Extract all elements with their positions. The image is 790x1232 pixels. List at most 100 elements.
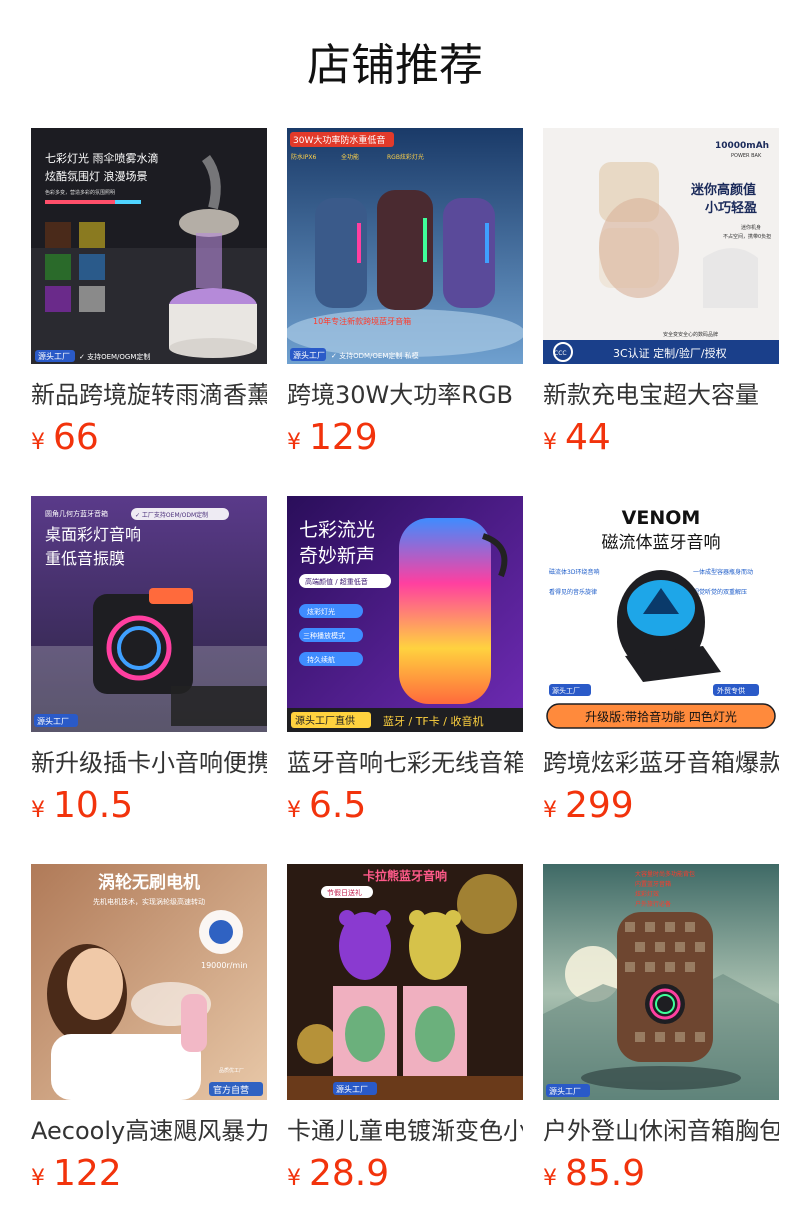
currency-symbol: ¥ xyxy=(287,1166,301,1191)
source-factory-badge: 源头工厂 xyxy=(336,1084,368,1094)
currency-symbol: ¥ xyxy=(31,1166,45,1191)
image-caption: 炫彩灯效 xyxy=(635,890,659,898)
price-value: 6.5 xyxy=(309,785,367,826)
product-image[interactable]: 10000mAh POWER BAK 迷你高颜值 小巧轻盈 迷你机身 不占空间，… xyxy=(543,128,779,364)
official-badge: 官方自营 xyxy=(213,1084,249,1096)
product-price: ¥6.5 xyxy=(287,784,366,828)
product-image[interactable]: 大容量时尚多功能背包 内置蓝牙音箱 炫彩灯效 户外旅行必备 源头工厂 xyxy=(543,864,779,1100)
image-spec: 19000r/min xyxy=(201,961,248,970)
product-name[interactable]: 新款充电宝超大容量 xyxy=(543,378,779,414)
product-name[interactable]: Aecooly高速飓风暴力涡轮 xyxy=(31,1114,267,1150)
upgrade-banner: 升级版:带拾音功能 四色灯光 xyxy=(585,709,737,724)
product-name[interactable]: 新品跨境旋转雨滴香薰 xyxy=(31,378,267,414)
image-feature: 一体成型容器瓶身而动 xyxy=(693,568,753,576)
brand-logo: VENOM xyxy=(622,507,701,529)
price-value: 28.9 xyxy=(309,1153,390,1194)
image-feature: 视觉听觉的双重解压 xyxy=(693,588,747,596)
product-price: ¥299 xyxy=(543,784,634,828)
product-image[interactable]: 七彩灯光 雨伞喷雾水滴 炫酷氛围灯 浪漫场景 色彩多变，营造多彩的氛围照明 源头… xyxy=(31,128,267,364)
image-headline: 30W大功率防水重低音 xyxy=(293,134,385,146)
product-card[interactable]: 涡轮无刷电机 先机电机技术，实现涡轮级高速转动 19000r/min 品质优工厂… xyxy=(31,864,267,1204)
image-caption: 圆角几何方蓝牙音箱 xyxy=(45,509,108,518)
product-card[interactable]: 30W大功率防水重低音 防水IPX6 全功能 RGB炫彩灯光 10年专注新款跨境… xyxy=(287,128,523,468)
gift-tag: 节假日送礼 xyxy=(327,888,362,897)
image-headline: 重低音振膜 xyxy=(45,549,125,568)
price-value: 44 xyxy=(565,417,611,458)
product-card[interactable]: VENOM 磁流体蓝牙音响 磁流体3D环绕音响 一体成型容器瓶身而动 看得见的音… xyxy=(543,496,779,836)
image-feature: 炫彩灯光 xyxy=(307,607,335,616)
product-card[interactable]: 卡拉熊蓝牙音响 节假日送礼 源头工厂 卡通儿童电镀渐变色小熊 ¥28.9 xyxy=(287,864,523,1204)
product-price: ¥10.5 xyxy=(31,784,133,828)
price-value: 85.9 xyxy=(565,1153,646,1194)
price-value: 10.5 xyxy=(53,785,134,826)
image-feature: 全功能 xyxy=(341,153,359,161)
source-factory-badge: 源头工厂 xyxy=(293,350,325,360)
image-spec: POWER BAK xyxy=(731,153,762,159)
image-caption: 色彩多变，营造多彩的氛围照明 xyxy=(45,189,115,196)
currency-symbol: ¥ xyxy=(31,430,45,455)
dryer xyxy=(181,994,207,1052)
product-price: ¥122 xyxy=(31,1152,122,1196)
image-feature: RGB炫彩灯光 xyxy=(387,153,424,161)
image-caption: 先机电机技术，实现涡轮级高速转动 xyxy=(93,897,205,906)
product-card[interactable]: 七彩灯光 雨伞喷雾水滴 炫酷氛围灯 浪漫场景 色彩多变，营造多彩的氛围照明 源头… xyxy=(31,128,267,468)
image-caption: 10年专注新款跨境蓝牙音箱 xyxy=(313,316,411,326)
price-value: 66 xyxy=(53,417,99,458)
product-name[interactable]: 跨境30W大功率RGB xyxy=(287,378,523,414)
price-value: 299 xyxy=(565,785,634,826)
image-feature: 持久续航 xyxy=(307,655,335,664)
feature-tag: 蓝牙 / TF卡 / 收音机 xyxy=(383,714,483,728)
image-headline: 小巧轻盈 xyxy=(705,200,757,216)
export-tag: 外贸专供 xyxy=(717,686,745,695)
image-caption: 内置蓝牙音箱 xyxy=(635,880,671,888)
price-value: 129 xyxy=(309,417,378,458)
currency-symbol: ¥ xyxy=(543,430,557,455)
product-name[interactable]: 跨境炫彩蓝牙音箱爆款 xyxy=(543,746,779,782)
product-price: ¥66 xyxy=(31,416,99,460)
image-feature: 三种播放模式 xyxy=(303,631,345,640)
currency-symbol: ¥ xyxy=(543,1166,557,1191)
image-headline: 迷你高颜值 xyxy=(690,182,756,198)
page-title: 店铺推荐 xyxy=(307,40,483,91)
product-image[interactable]: VENOM 磁流体蓝牙音响 磁流体3D环绕音响 一体成型容器瓶身而动 看得见的音… xyxy=(543,496,779,732)
product-card[interactable]: 大容量时尚多功能背包 内置蓝牙音箱 炫彩灯效 户外旅行必备 源头工厂 户外登山休… xyxy=(543,864,779,1204)
product-price: ¥28.9 xyxy=(287,1152,389,1196)
image-headline: 磁流体蓝牙音响 xyxy=(602,533,721,553)
image-headline: 七彩流光 xyxy=(299,519,375,541)
product-name[interactable]: 新升级插卡小音响便携 xyxy=(31,746,267,782)
product-image[interactable]: 卡拉熊蓝牙音响 节假日送礼 源头工厂 xyxy=(287,864,523,1100)
product-card[interactable]: 圆角几何方蓝牙音箱 ✓ 工厂支持OEM/ODM定制 桌面彩灯音响 重低音振膜 源… xyxy=(31,496,267,836)
product-image[interactable]: 涡轮无刷电机 先机电机技术，实现涡轮级高速转动 19000r/min 品质优工厂… xyxy=(31,864,267,1100)
image-headline: 桌面彩灯音响 xyxy=(45,525,141,544)
image-feature: 看得见的音乐旋律 xyxy=(549,588,597,596)
product-price: ¥44 xyxy=(543,416,611,460)
source-factory-badge: 源头工厂 xyxy=(37,716,69,726)
image-feature: 磁流体3D环绕音响 xyxy=(549,568,599,576)
certification-badge: 3C认证 定制/验厂/授权 xyxy=(613,346,727,360)
product-image[interactable]: 七彩流光 奇妙新声 高端颜值 / 超重低音 炫彩灯光 三种播放模式 持久续航 源… xyxy=(287,496,523,732)
speaker xyxy=(399,518,491,704)
image-headline: 奇妙新声 xyxy=(299,545,375,567)
price-value: 122 xyxy=(53,1153,122,1194)
product-price: ¥129 xyxy=(287,416,378,460)
product-image[interactable]: 30W大功率防水重低音 防水IPX6 全功能 RGB炫彩灯光 10年专注新款跨境… xyxy=(287,128,523,364)
product-card[interactable]: 10000mAh POWER BAK 迷你高颜值 小巧轻盈 迷你机身 不占空间，… xyxy=(543,128,779,468)
image-headline: 涡轮无刷电机 xyxy=(98,872,200,893)
ccc-icon: CCC xyxy=(554,350,567,357)
image-caption: 安全变安全心的数码品牌 xyxy=(663,331,718,338)
source-factory-badge: 源头工厂 xyxy=(549,1086,581,1096)
source-factory-badge: 源头工厂 xyxy=(552,686,580,695)
image-caption: 迷你机身 xyxy=(741,224,761,231)
product-name[interactable]: 卡通儿童电镀渐变色小熊 xyxy=(287,1114,523,1150)
currency-symbol: ¥ xyxy=(287,798,301,823)
product-card[interactable]: 七彩流光 奇妙新声 高端颜值 / 超重低音 炫彩灯光 三种播放模式 持久续航 源… xyxy=(287,496,523,836)
image-caption: 不占空间，携带0负担 xyxy=(723,233,771,240)
source-factory-badge: 源头工厂 xyxy=(38,351,70,361)
image-feature: 防水IPX6 xyxy=(291,153,316,161)
product-image[interactable]: 圆角几何方蓝牙音箱 ✓ 工厂支持OEM/ODM定制 桌面彩灯音响 重低音振膜 源… xyxy=(31,496,267,732)
product-name[interactable]: 蓝牙音响七彩无线音箱 xyxy=(287,746,523,782)
product-name[interactable]: 户外登山休闲音箱胸包 xyxy=(543,1114,779,1150)
oem-tag: ✓ 工厂支持OEM/ODM定制 xyxy=(135,511,208,519)
image-caption: 大容量时尚多功能背包 xyxy=(635,870,695,878)
image-caption: 品质优工厂 xyxy=(219,1067,244,1074)
